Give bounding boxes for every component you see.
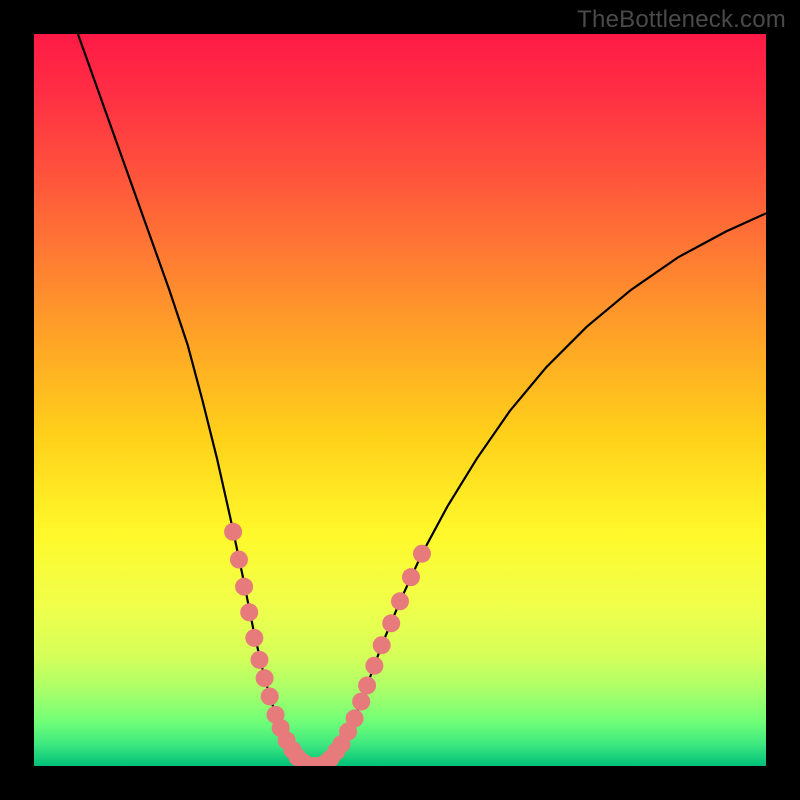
- highlight-dot: [391, 592, 409, 610]
- watermark-label: TheBottleneck.com: [577, 6, 786, 34]
- highlight-dot: [402, 568, 420, 586]
- highlight-dot: [382, 614, 400, 632]
- plot-area: [34, 34, 766, 766]
- highlight-dot: [373, 636, 391, 654]
- highlight-dot: [240, 603, 258, 621]
- highlight-dot: [358, 676, 376, 694]
- chart-container: TheBottleneck.com: [0, 0, 800, 800]
- highlight-dot: [230, 551, 248, 569]
- highlight-dot: [256, 669, 274, 687]
- highlight-dot: [413, 545, 431, 563]
- highlight-dot: [224, 523, 242, 541]
- highlight-dot: [261, 687, 279, 705]
- highlight-dot: [245, 629, 263, 647]
- highlight-dot: [352, 693, 370, 711]
- bottleneck-chart: [34, 34, 766, 766]
- highlight-dot: [235, 578, 253, 596]
- gradient-background: [34, 34, 766, 766]
- highlight-dot: [346, 709, 364, 727]
- highlight-dot: [250, 651, 268, 669]
- highlight-dot: [365, 657, 383, 675]
